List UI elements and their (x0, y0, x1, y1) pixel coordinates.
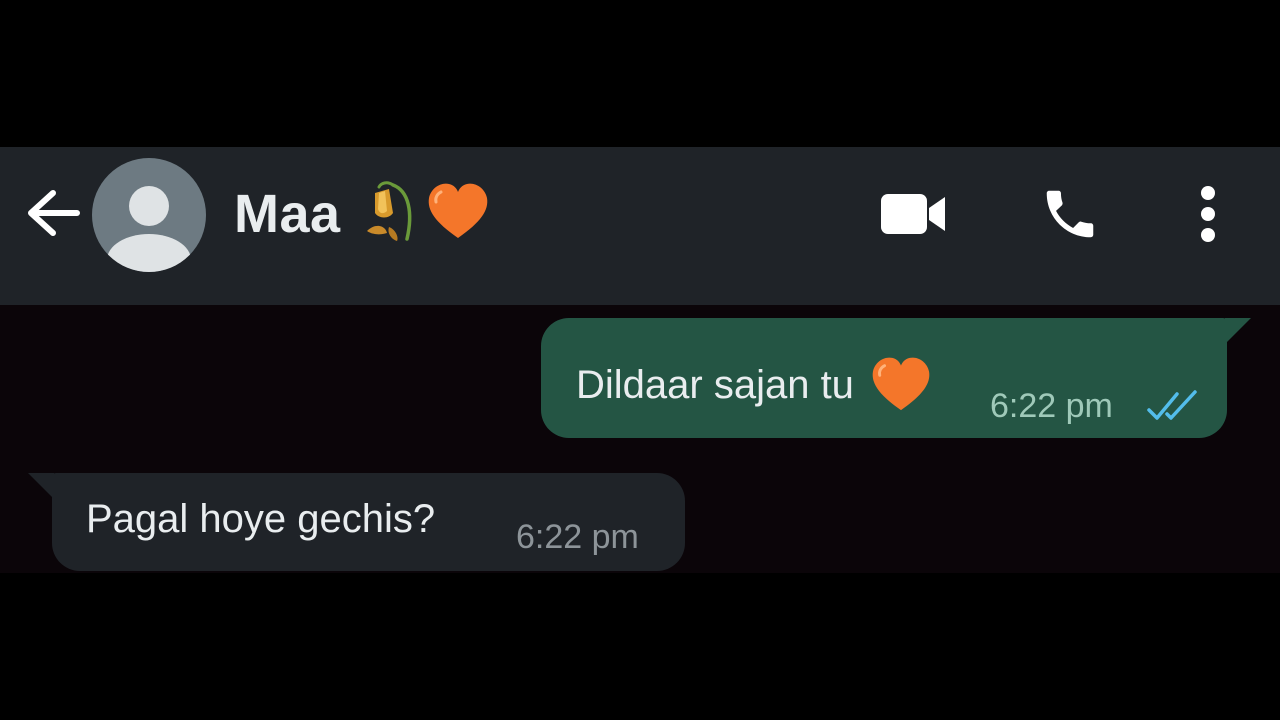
contact-name: Maa (234, 184, 341, 244)
outgoing-message-bubble[interactable]: Dildaar sajan tu 6:22 pm (541, 318, 1251, 438)
back-button[interactable] (22, 187, 84, 243)
message-timestamp: 6:22 pm (990, 387, 1113, 425)
double-check-read-icon (1145, 388, 1201, 424)
message-text: Dildaar sajan tu (576, 356, 934, 414)
contact-avatar[interactable] (92, 158, 206, 272)
orange-heart-icon (868, 356, 934, 414)
wilted-flower-icon (363, 179, 421, 250)
chat-screen: Maa Dildaar sajan tu 6:22 pm Pagal hoye … (0, 0, 1280, 720)
arrow-left-icon (25, 189, 81, 242)
incoming-message-bubble[interactable]: Pagal hoye gechis? 6:22 pm (28, 473, 685, 571)
contact-name-emojis (363, 179, 491, 250)
phone-icon (1039, 183, 1101, 250)
more-options-button[interactable] (1186, 185, 1230, 247)
chat-header: Maa (0, 147, 1280, 305)
more-vertical-icon (1198, 185, 1218, 248)
message-body: Dildaar sajan tu (576, 363, 854, 407)
bubble-tail (1225, 318, 1251, 344)
default-user-icon (107, 186, 191, 272)
video-call-button[interactable] (872, 185, 956, 247)
message-list[interactable]: Dildaar sajan tu 6:22 pm Pagal hoye gech… (0, 305, 1280, 573)
contact-info[interactable]: Maa (234, 179, 491, 250)
letterbox-bottom (0, 573, 1280, 720)
orange-heart-icon (425, 182, 491, 247)
videocam-icon (879, 190, 949, 243)
message-body: Pagal hoye gechis? (86, 497, 436, 541)
voice-call-button[interactable] (1034, 185, 1106, 247)
message-timestamp: 6:22 pm (516, 518, 639, 556)
bubble-tail (28, 473, 54, 499)
